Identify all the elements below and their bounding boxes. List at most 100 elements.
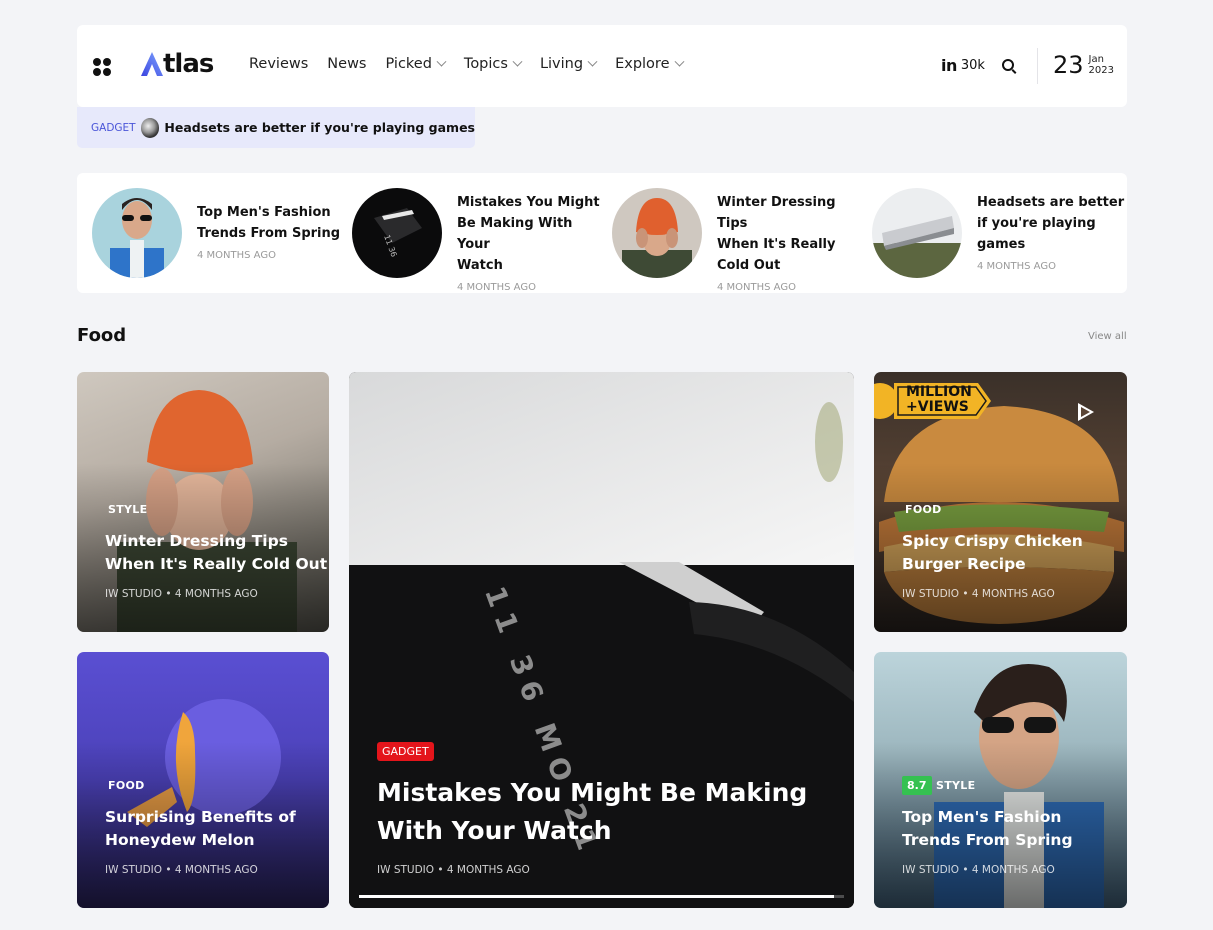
- title-line: Top Men's Fashion: [197, 205, 331, 220]
- article-thumbnail: 11 36: [352, 188, 442, 278]
- article-thumbnail: [92, 188, 182, 278]
- card-meta: IW STUDIO • 4 MONTHS AGO: [902, 864, 1055, 876]
- title-line: Surprising Benefits of: [105, 808, 296, 826]
- current-date: 23 Jan 2023: [1053, 51, 1114, 79]
- title-line: Winter Dressing Tips: [105, 532, 288, 550]
- article-card[interactable]: FOOD Surprising Benefits of Honeydew Mel…: [77, 652, 329, 908]
- nav-label: Picked: [385, 56, 432, 72]
- nav-item-news[interactable]: News: [327, 56, 366, 72]
- view-all-link[interactable]: View all: [1088, 331, 1127, 342]
- title-line: When It's Really: [717, 237, 836, 252]
- title-line: Mistakes You Might: [457, 195, 600, 210]
- chevron-down-icon: [587, 56, 598, 67]
- trending-meta: 4 MONTHS AGO: [977, 261, 1056, 272]
- nav-label: Explore: [615, 56, 670, 72]
- card-meta: IW STUDIO • 4 MONTHS AGO: [902, 588, 1055, 600]
- ticker-thumbnail: [140, 117, 160, 138]
- badge-line: MILLION: [906, 384, 972, 400]
- date-month-year: Jan 2023: [1089, 54, 1114, 76]
- video-article-card[interactable]: MILLION +VIEWS FOOD Spicy Crispy Chicken…: [874, 372, 1127, 632]
- card-category-badge[interactable]: GADGET: [377, 742, 434, 761]
- menu-grid-icon[interactable]: [93, 58, 111, 76]
- featured-title: Mistakes You Might Be Making With Your W…: [377, 774, 807, 850]
- title-line: With Your Watch: [377, 816, 612, 845]
- slide-progress-fill: [359, 895, 835, 898]
- date-day: 23: [1053, 51, 1084, 79]
- search-icon[interactable]: [1002, 59, 1018, 75]
- badge-line: +VIEWS: [906, 399, 969, 415]
- nav-item-topics[interactable]: Topics: [463, 56, 523, 72]
- title-line: Burger Recipe: [902, 555, 1026, 573]
- follower-count: 30k: [960, 58, 985, 73]
- date-year: 2023: [1088, 65, 1114, 76]
- nav-label: Living: [539, 56, 584, 72]
- rating-badge: 8.7: [902, 776, 932, 795]
- ticker-category: GADGET: [91, 121, 136, 134]
- chevron-down-icon: [674, 56, 684, 67]
- title-line: Trends From Spring: [197, 226, 341, 241]
- linkedin-follow[interactable]: in 30k: [941, 56, 985, 75]
- article-card[interactable]: STYLE Winter Dressing Tips When It's Rea…: [77, 372, 329, 632]
- date-month: Jan: [1088, 54, 1104, 65]
- title-line: games: [977, 237, 1026, 252]
- title-line: if you're playing: [977, 216, 1096, 231]
- nav-item-explore[interactable]: Explore: [615, 56, 684, 72]
- trending-item[interactable]: Headsets are better if you're playing ga…: [872, 188, 1124, 278]
- nav-item-reviews[interactable]: Reviews: [249, 56, 308, 72]
- trending-text: Mistakes You Might Be Making With Your W…: [457, 192, 607, 293]
- trending-meta: 4 MONTHS AGO: [457, 282, 536, 293]
- title-line: Headsets are better: [977, 195, 1125, 210]
- nav-label: Reviews: [249, 56, 309, 72]
- card-title: Top Men's Fashion Trends From Spring: [902, 806, 1073, 852]
- logo-text: tlas: [163, 49, 214, 79]
- play-icon[interactable]: [1078, 403, 1094, 421]
- title-line: Mistakes You Might Be Making: [377, 778, 808, 807]
- title-line: When It's Really Cold Out: [105, 555, 328, 573]
- trending-text: Headsets are better if you're playing ga…: [977, 192, 1127, 272]
- trending-strip: Top Men's Fashion Trends From Spring 4 M…: [77, 173, 1127, 293]
- logo-mark-icon: [141, 52, 163, 76]
- slide-progress-bar: [359, 895, 844, 898]
- title-line: Winter Dressing Tips: [717, 195, 836, 231]
- article-thumbnail: [872, 188, 962, 278]
- card-title: Winter Dressing Tips When It's Really Co…: [105, 530, 327, 576]
- ticker-headline: Headsets are better if you're playing ga…: [164, 120, 475, 135]
- card-category[interactable]: STYLE: [936, 779, 975, 792]
- trending-item[interactable]: Winter Dressing Tips When It's Really Co…: [612, 188, 862, 293]
- title-line: Cold Out: [717, 258, 781, 273]
- title-line: Watch: [457, 258, 503, 273]
- trending-item[interactable]: 11 36 Mistakes You Might Be Making With …: [352, 188, 602, 293]
- title-line: Top Men's Fashion: [902, 808, 1062, 826]
- linkedin-icon: in: [941, 56, 957, 75]
- nav-item-picked[interactable]: Picked: [385, 56, 447, 72]
- trending-text: Top Men's Fashion Trends From Spring 4 M…: [197, 202, 347, 261]
- featured-article-card[interactable]: 11 36 MO 21 GADGET Mistakes You Might Be…: [349, 372, 854, 908]
- title-line: Trends From Spring: [902, 831, 1073, 849]
- trending-meta: 4 MONTHS AGO: [197, 250, 276, 261]
- chevron-down-icon: [436, 56, 447, 67]
- card-meta: IW STUDIO • 4 MONTHS AGO: [105, 864, 258, 876]
- nav-label: Topics: [463, 56, 508, 72]
- nav-item-living[interactable]: Living: [539, 56, 598, 72]
- title-line: Honeydew Melon: [105, 831, 255, 849]
- trending-title: Headsets are better if you're playing ga…: [977, 192, 1127, 255]
- header-divider: [1037, 48, 1038, 84]
- card-category[interactable]: FOOD: [108, 779, 145, 792]
- card-meta: IW STUDIO • 4 MONTHS AGO: [377, 864, 530, 876]
- title-line: Spicy Crispy Chicken: [902, 532, 1083, 550]
- site-logo[interactable]: tlas: [141, 49, 214, 79]
- review-article-card[interactable]: 8.7 STYLE Top Men's Fashion Trends From …: [874, 652, 1127, 908]
- breaking-ticker[interactable]: GADGET Headsets are better if you're pla…: [77, 107, 475, 148]
- nav-label: News: [327, 56, 367, 72]
- badge-text: MILLION +VIEWS: [906, 385, 972, 415]
- trending-item[interactable]: Top Men's Fashion Trends From Spring 4 M…: [92, 188, 342, 278]
- card-category[interactable]: STYLE: [108, 503, 147, 516]
- article-thumbnail: [612, 188, 702, 278]
- card-category[interactable]: FOOD: [905, 503, 942, 516]
- title-line: Be Making With Your: [457, 216, 573, 252]
- main-nav: Reviews News Picked Topics Living Explor…: [249, 56, 702, 72]
- card-title: Spicy Crispy Chicken Burger Recipe: [902, 530, 1083, 576]
- section-title: Food: [77, 325, 127, 346]
- trending-text: Winter Dressing Tips When It's Really Co…: [717, 192, 867, 293]
- card-title: Surprising Benefits of Honeydew Melon: [105, 806, 296, 852]
